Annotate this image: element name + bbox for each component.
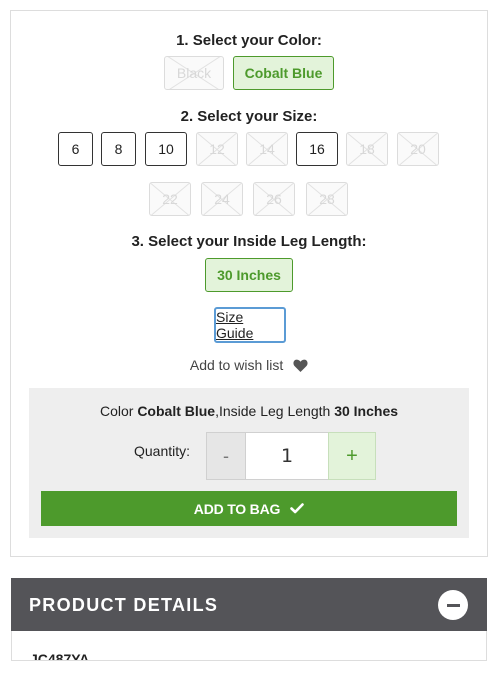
size-option-24[interactable]: 24 bbox=[201, 182, 243, 216]
product-details-title: PRODUCT DETAILS bbox=[29, 595, 219, 615]
size-option-10[interactable]: 10 bbox=[145, 132, 187, 166]
quantity-input[interactable]: 1 bbox=[245, 432, 329, 480]
wishlist-label: Add to wish list bbox=[189, 357, 284, 373]
add-to-bag-button[interactable]: ADD TO BAG bbox=[41, 491, 457, 526]
size-option-22[interactable]: 22 bbox=[149, 182, 191, 216]
leg-step-title: 3. Select your Inside Leg Length: bbox=[131, 233, 367, 250]
product-details-body: JC487YA bbox=[11, 631, 487, 661]
size-option-12[interactable]: 12 bbox=[196, 132, 238, 166]
selection-summary: Color Cobalt Blue,Inside Leg Length 30 I… bbox=[99, 403, 399, 419]
color-option-black[interactable]: Black bbox=[164, 56, 224, 90]
summary-color-value: Cobalt Blue bbox=[137, 403, 216, 419]
size-option-20[interactable]: 20 bbox=[397, 132, 439, 166]
heart-icon bbox=[293, 359, 308, 372]
add-to-wishlist[interactable]: Add to wish list bbox=[11, 357, 487, 373]
size-option-16[interactable]: 16 bbox=[296, 132, 338, 166]
size-option-26[interactable]: 26 bbox=[253, 182, 295, 216]
size-guide-link[interactable]: Size Guide bbox=[214, 307, 286, 343]
size-step-title: 2. Select your Size: bbox=[180, 108, 318, 125]
size-option-28[interactable]: 28 bbox=[306, 182, 348, 216]
order-summary: Color Cobalt Blue,Inside Leg Length 30 I… bbox=[29, 388, 469, 538]
size-option-14[interactable]: 14 bbox=[246, 132, 288, 166]
check-icon bbox=[290, 503, 305, 514]
size-option-6[interactable]: 6 bbox=[58, 132, 93, 166]
product-details-header[interactable]: PRODUCT DETAILS bbox=[11, 578, 487, 631]
quantity-decrease-button[interactable]: - bbox=[206, 432, 246, 480]
quantity-increase-button[interactable]: + bbox=[328, 432, 376, 480]
color-option-cobalt-blue[interactable]: Cobalt Blue bbox=[233, 56, 334, 90]
size-option-8[interactable]: 8 bbox=[101, 132, 136, 166]
collapse-icon[interactable] bbox=[438, 590, 468, 620]
quantity-label: Quantity: bbox=[134, 443, 191, 459]
leg-option-30-inches[interactable]: 30 Inches bbox=[205, 258, 293, 292]
size-option-18[interactable]: 18 bbox=[346, 132, 388, 166]
product-code: JC487YA bbox=[30, 651, 90, 661]
add-to-bag-label: ADD TO BAG bbox=[193, 500, 281, 517]
summary-leg-value: 30 Inches bbox=[334, 403, 399, 419]
color-step-title: 1. Select your Color: bbox=[176, 32, 322, 49]
